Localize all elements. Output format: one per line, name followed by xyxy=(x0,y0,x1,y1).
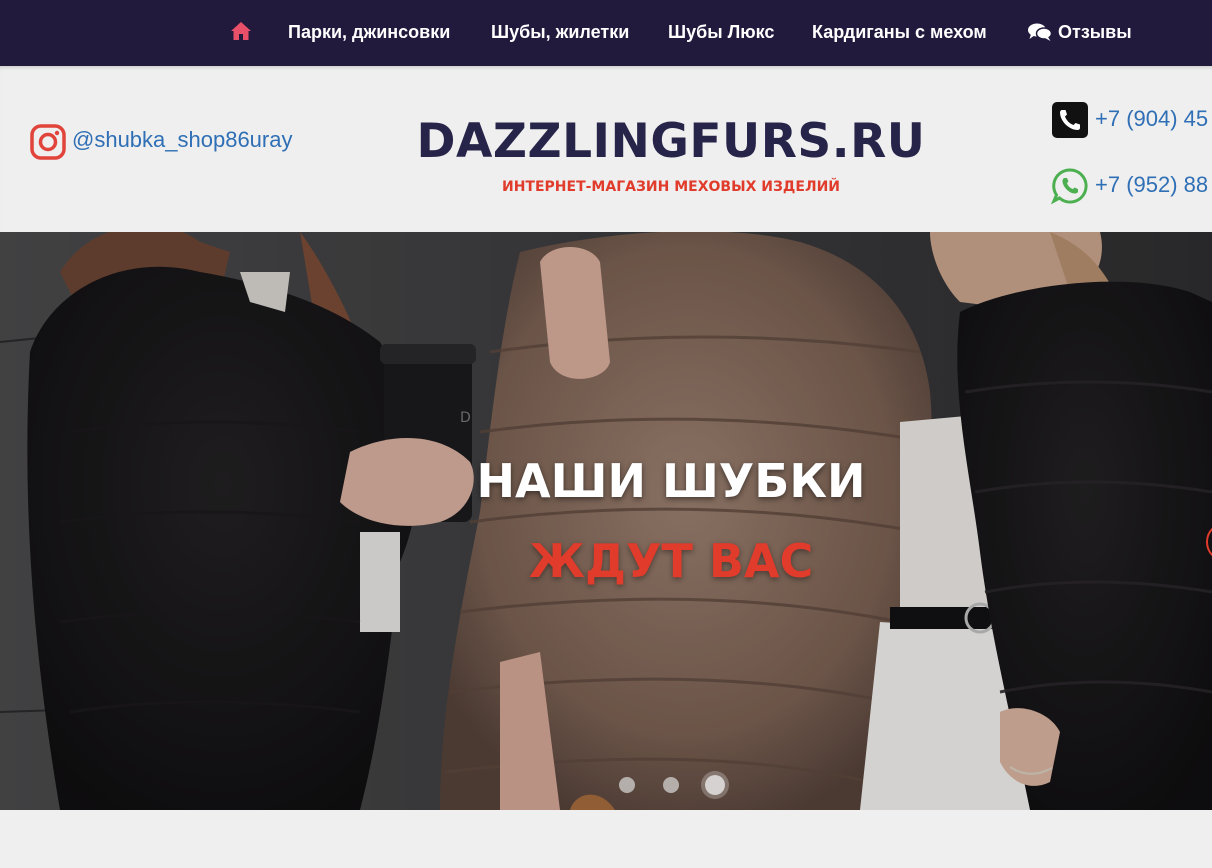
home-icon[interactable] xyxy=(230,21,252,41)
site-tagline: ИНТЕРНЕТ-МАГАЗИН МЕХОВЫХ ИЗДЕЛИЙ xyxy=(501,179,841,195)
site-logo[interactable]: DAZZLINGFURS.RU xyxy=(0,112,1212,172)
comments-icon xyxy=(1028,23,1052,41)
hero-title-line2: ЖДУТ ВАС xyxy=(528,534,814,588)
slider-dot-3-active[interactable] xyxy=(705,775,725,795)
nav-reviews-label: Отзывы xyxy=(1058,22,1132,42)
hero-slider: D xyxy=(0,232,1212,810)
nav-item-parkas[interactable]: Парки, джинсовки xyxy=(288,20,450,44)
nav-item-fur-coats[interactable]: Шубы, жилетки xyxy=(491,20,629,44)
slider-dot-1[interactable] xyxy=(619,777,635,793)
phone-number-2[interactable]: +7 (952) 88 xyxy=(1095,170,1208,200)
slider-dot-2[interactable] xyxy=(663,777,679,793)
hero-photo: D xyxy=(0,232,1212,810)
nav-item-cardigans[interactable]: Кардиганы с мехом xyxy=(812,20,987,44)
top-nav: Парки, джинсовки Шубы, жилетки Шубы Люкс… xyxy=(0,0,1212,66)
phone-number-1[interactable]: +7 (904) 45 xyxy=(1095,104,1208,134)
whatsapp-icon xyxy=(1051,168,1088,205)
site-header: @shubka_shop86uray DAZZLINGFURS.RU ИНТЕР… xyxy=(0,66,1212,232)
hero-title-line1: НАШИ ШУБКИ xyxy=(476,454,866,508)
page-bottom-strip xyxy=(0,810,1212,868)
phone-icon xyxy=(1052,102,1088,138)
nav-item-lux-fur-coats[interactable]: Шубы Люкс xyxy=(668,20,774,44)
